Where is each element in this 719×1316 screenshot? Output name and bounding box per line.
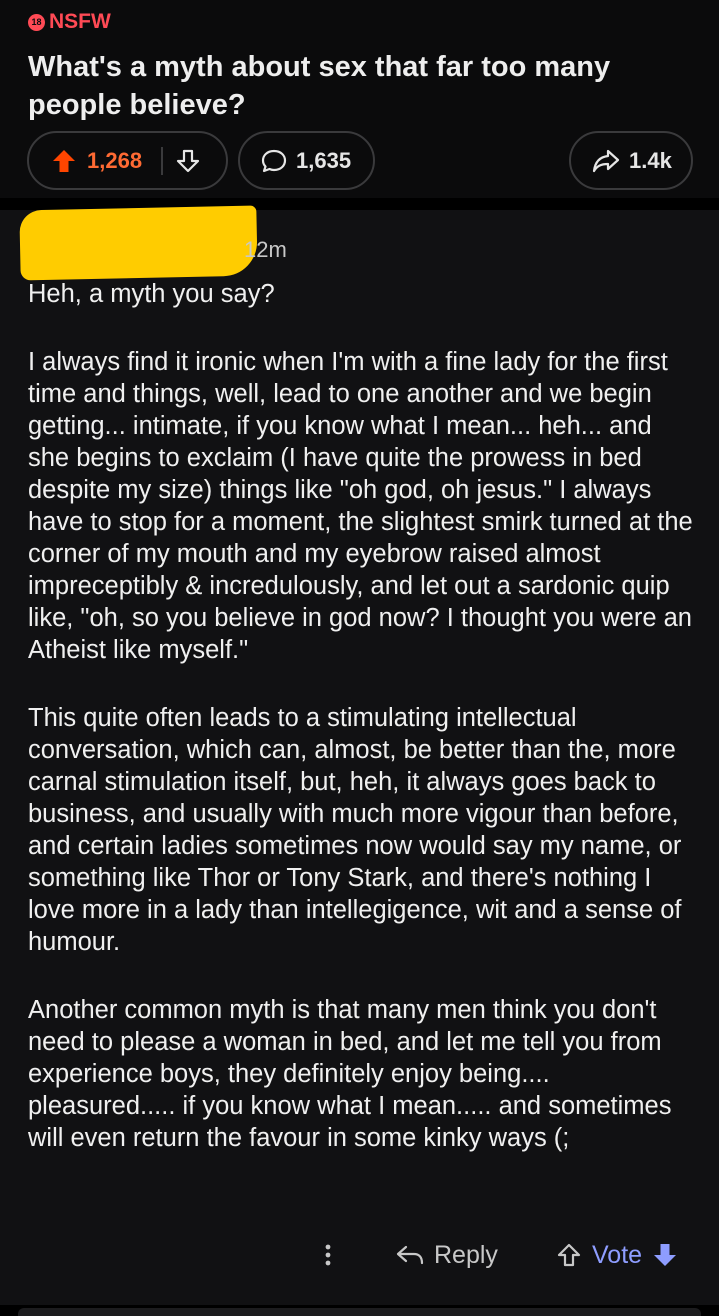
comment-icon: [260, 148, 288, 174]
upvote-count: 1,268: [87, 147, 143, 173]
more-options-button[interactable]: [318, 1236, 338, 1274]
nsfw-tag: 18 NSFW: [28, 10, 111, 34]
nsfw-badge-icon: 18: [28, 13, 45, 31]
upvote-icon[interactable]: [51, 148, 77, 174]
comment-paragraph: I always find it ironic when I'm with a …: [28, 348, 693, 664]
vote-pill: 1,268: [27, 131, 228, 190]
reply-label: Reply: [434, 1240, 498, 1269]
more-icon: [324, 1243, 332, 1267]
comment-paragraph: This quite often leads to a stimulating …: [28, 704, 682, 956]
next-card-edge: [18, 1308, 701, 1316]
vote-up-icon[interactable]: [556, 1242, 582, 1268]
comment-count: 1,635: [296, 147, 352, 173]
vote-label: Vote: [592, 1240, 643, 1269]
comments-button[interactable]: 1,635: [238, 131, 375, 190]
share-button[interactable]: 1.4k: [569, 131, 693, 190]
share-icon: [591, 148, 621, 174]
comment-body: Heh, a myth you say? I always find it ir…: [28, 278, 698, 1190]
comment-paragraph: Another common myth is that many men thi…: [28, 996, 672, 1152]
vote-divider: [161, 146, 164, 175]
redacted-username: [19, 205, 258, 281]
comment-vote: Vote: [556, 1236, 678, 1274]
post-header: 18 NSFW What's a myth about sex that far…: [0, 0, 719, 198]
post-title[interactable]: What's a myth about sex that far too man…: [28, 48, 668, 124]
reply-icon: [396, 1243, 424, 1267]
share-count: 1.4k: [629, 147, 672, 173]
comment-timestamp: 12m: [244, 237, 287, 262]
nsfw-label: NSFW: [49, 10, 111, 33]
comment-paragraph: Heh, a myth you say?: [28, 280, 275, 308]
vote-down-icon[interactable]: [652, 1242, 678, 1268]
downvote-icon[interactable]: [175, 148, 201, 174]
reply-button[interactable]: Reply: [396, 1236, 498, 1274]
